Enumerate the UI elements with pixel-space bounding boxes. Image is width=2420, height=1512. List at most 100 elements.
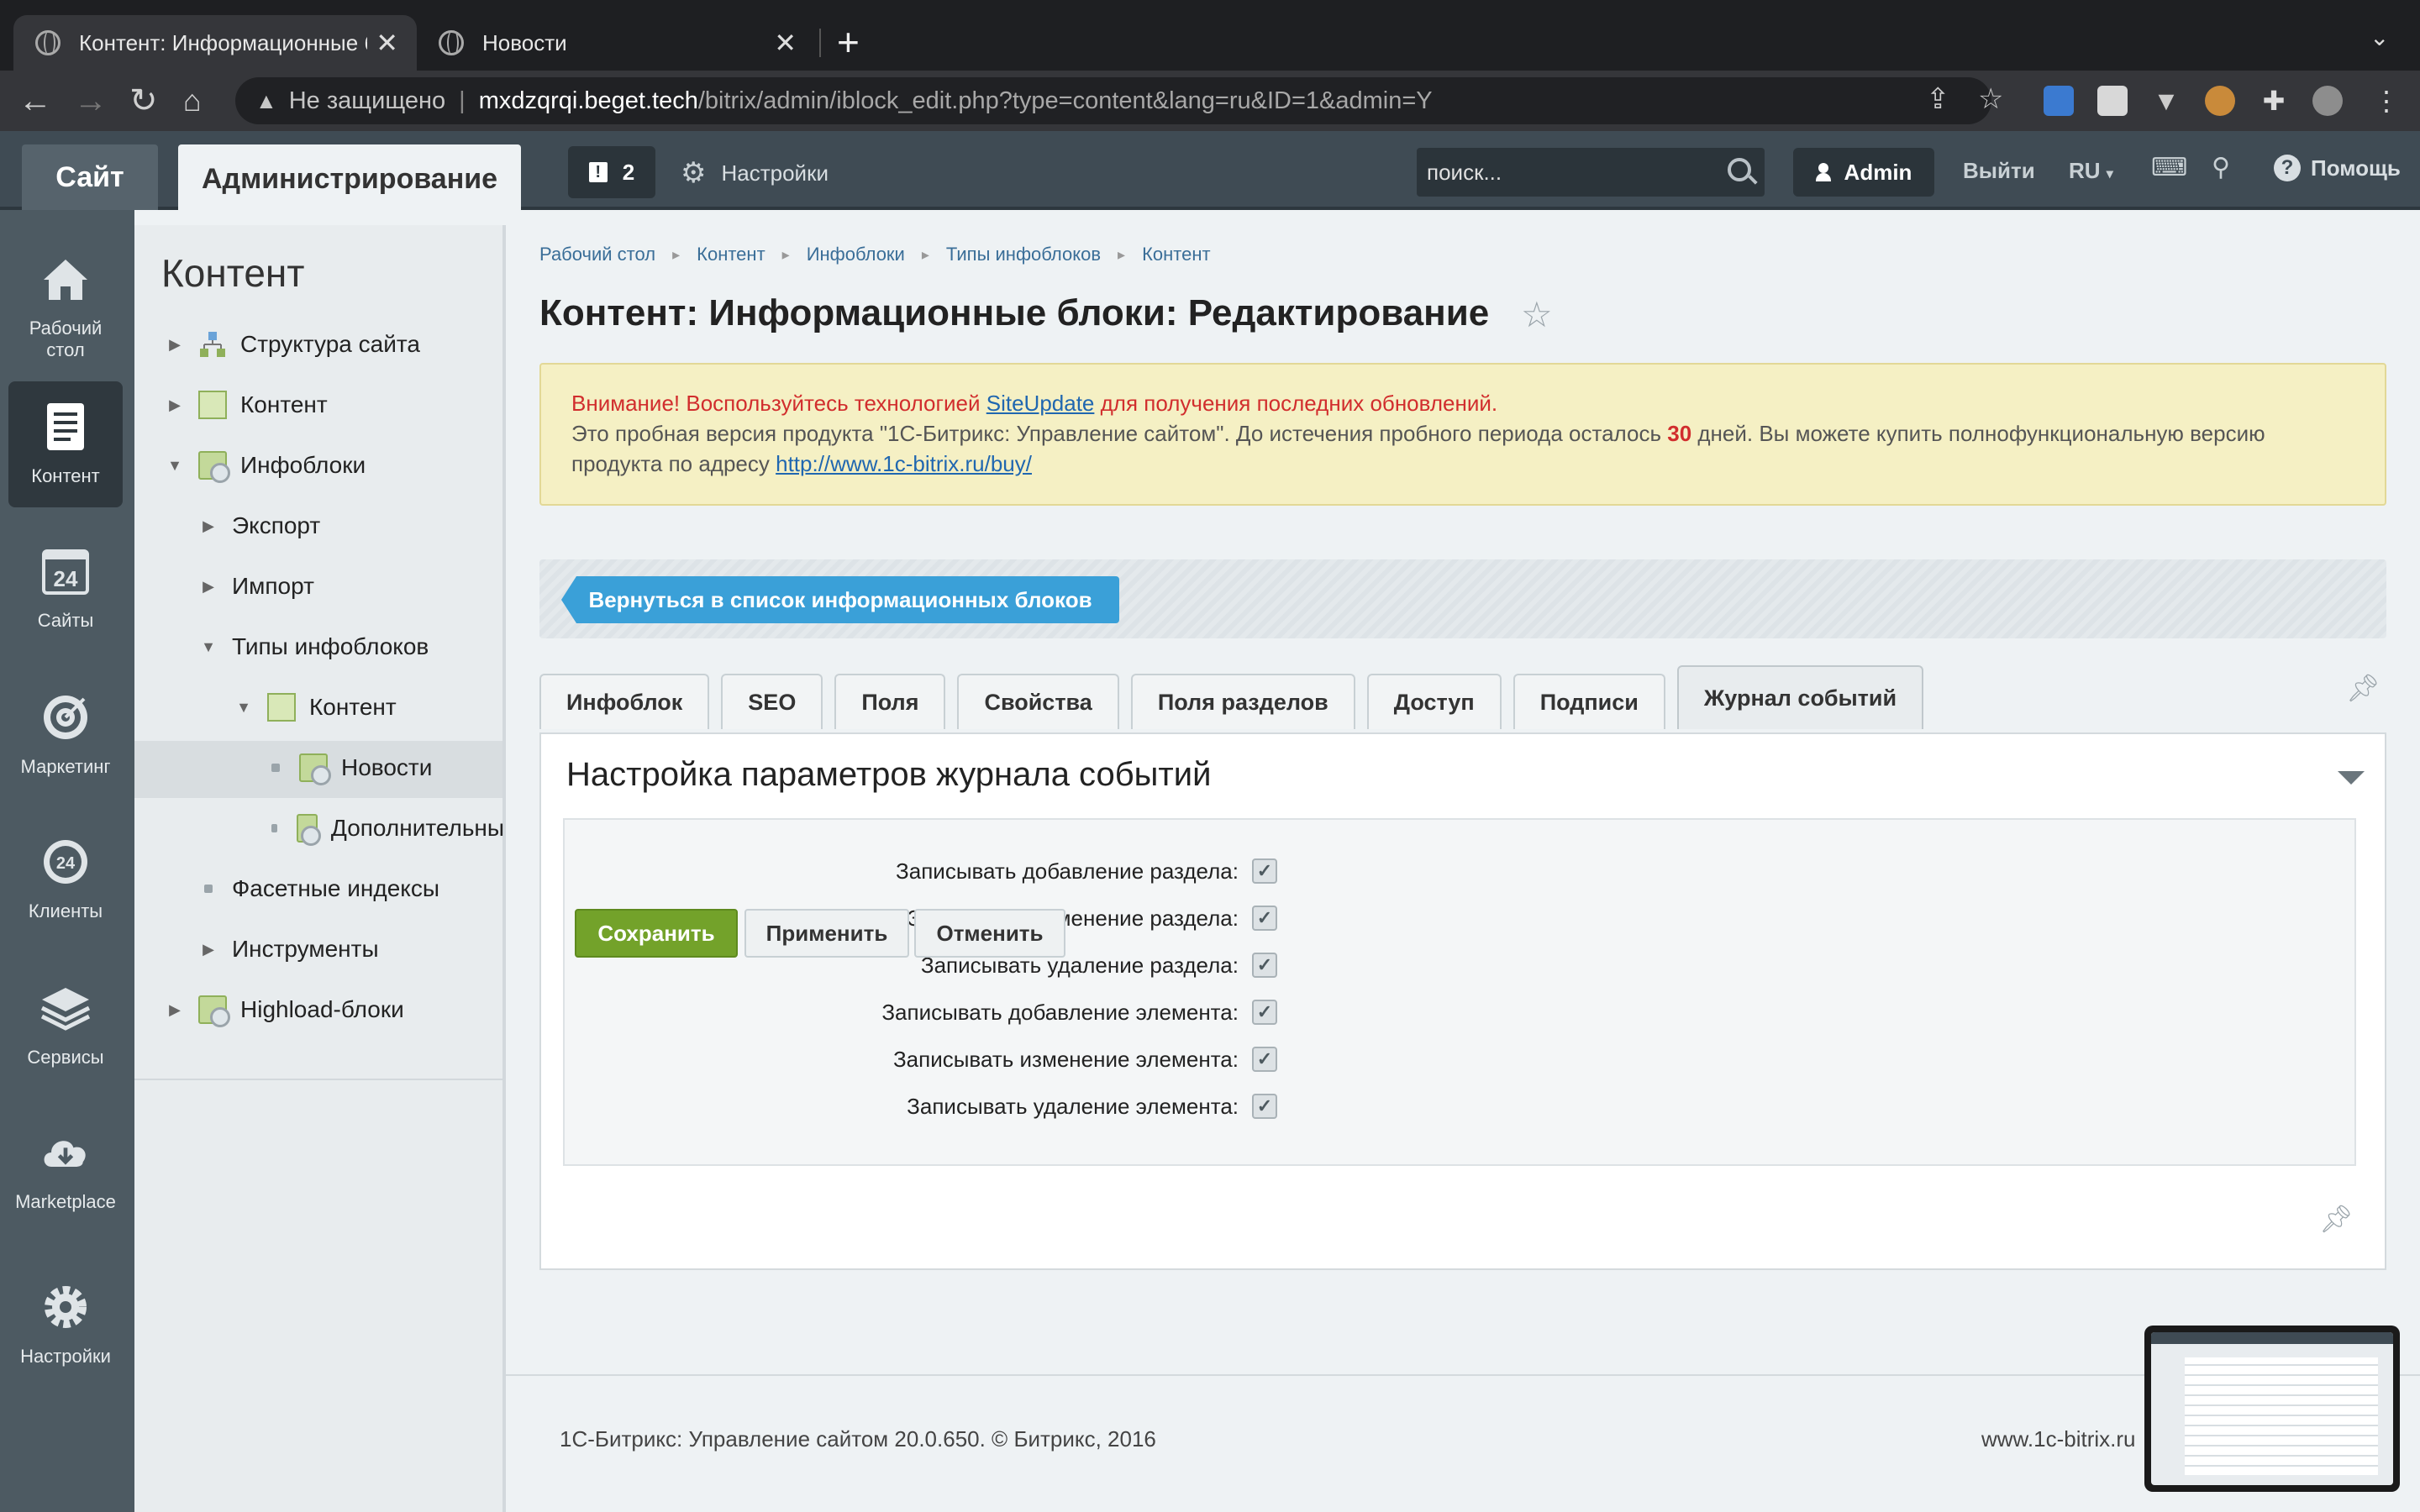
log-section-add-checkbox[interactable]: ✓ xyxy=(1252,858,1277,884)
log-element-edit-checkbox[interactable]: ✓ xyxy=(1252,1047,1277,1072)
tab-fields[interactable]: Поля xyxy=(834,674,946,729)
browser-tab-active[interactable]: Контент: Информационные б ✕ xyxy=(13,15,417,71)
favorite-star-icon[interactable]: ☆ xyxy=(1521,294,1553,335)
tree-item-infoblock-types[interactable]: ▼ Типы инфоблоков xyxy=(198,628,429,665)
menu-settings[interactable]: Настройки xyxy=(8,1262,123,1388)
apply-button[interactable]: Применить xyxy=(744,909,909,958)
tab-access[interactable]: Доступ xyxy=(1366,674,1502,729)
screenshot-thumbnail[interactable] xyxy=(2144,1326,2400,1492)
panel-body: Записывать добавление раздела: ✓ Записыв… xyxy=(563,818,2356,1166)
tab-captions[interactable]: Подписи xyxy=(1512,674,1665,729)
expand-arrow-icon[interactable]: ▶ xyxy=(198,941,218,958)
pin-buttons-icon[interactable]: 📌︎ xyxy=(2319,1203,2354,1235)
new-tab-button[interactable]: + xyxy=(837,18,860,66)
profile-avatar[interactable] xyxy=(2312,86,2343,116)
menu-services[interactable]: Сервисы xyxy=(8,963,123,1089)
logout-link[interactable]: Выйти xyxy=(1963,158,2035,184)
bookmark-star-icon[interactable]: ☆ xyxy=(1978,82,2003,116)
browser-tab-bar: Контент: Информационные б ✕ Новости ✕ + … xyxy=(0,0,2420,71)
admin-mode-tab[interactable]: Администрирование xyxy=(178,144,521,213)
footer-site-link[interactable]: www.1c-bitrix.ru xyxy=(1981,1426,2135,1452)
pin-icon[interactable]: ⚲ xyxy=(2212,153,2230,182)
tree-item-highload[interactable]: ▶ Highload-блоки xyxy=(165,991,404,1028)
search-input[interactable]: поиск... xyxy=(1417,148,1765,197)
tab-event-log[interactable]: Журнал событий xyxy=(1676,665,1924,729)
tree-item-content-type[interactable]: ▼ Контент xyxy=(234,689,397,726)
reload-icon[interactable]: ↻ xyxy=(129,81,158,121)
log-section-delete-checkbox[interactable]: ✓ xyxy=(1252,953,1277,978)
tree-item-export[interactable]: ▶ Экспорт xyxy=(198,507,320,544)
cancel-button[interactable]: Отменить xyxy=(914,909,1065,958)
tab-search-chevron-icon[interactable]: ⌄ xyxy=(2370,24,2389,51)
cookie-extension-icon[interactable] xyxy=(2205,86,2235,116)
collapse-arrow-icon[interactable]: ▼ xyxy=(198,638,218,656)
expand-arrow-icon[interactable]: ▶ xyxy=(198,578,218,596)
tree-item-tools[interactable]: ▶ Инструменты xyxy=(198,931,379,968)
home-browser-icon[interactable]: ⌂ xyxy=(183,81,202,121)
tab-section-fields[interactable]: Поля разделов xyxy=(1130,674,1355,729)
tab-seo[interactable]: SEO xyxy=(721,674,823,729)
url-field[interactable]: ▲ Не защищено | mxdzqrqi.beget.tech /bit… xyxy=(235,77,1991,124)
expand-arrow-icon[interactable]: ▶ xyxy=(165,1001,185,1019)
menu-marketplace[interactable]: Marketplace xyxy=(8,1107,123,1233)
tree-item-content[interactable]: ▶ Контент xyxy=(165,386,328,423)
tab-properties[interactable]: Свойства xyxy=(957,674,1119,729)
tree-item-import[interactable]: ▶ Импорт xyxy=(198,568,314,605)
save-button[interactable]: Сохранить xyxy=(575,909,738,958)
puzzle-icon[interactable]: ✚ xyxy=(2259,86,2289,116)
close-tab-icon[interactable]: ✕ xyxy=(774,27,797,59)
breadcrumb-link[interactable]: Инфоблоки xyxy=(807,244,905,265)
tree-item-infoblocks[interactable]: ▼ Инфоблоки xyxy=(165,447,366,484)
menu-label: Сайты xyxy=(37,610,94,631)
infoblock-icon xyxy=(296,814,321,846)
language-selector[interactable]: RU ▾ xyxy=(2069,158,2113,184)
field-label: Записывать добавление раздела: xyxy=(896,858,1239,884)
field-row: Записывать изменение элемента: ✓ xyxy=(893,1042,1277,1077)
calendar-24-icon: 24 xyxy=(39,544,92,598)
collapse-arrow-icon[interactable]: ▼ xyxy=(234,699,254,717)
help-link[interactable]: ? Помощь xyxy=(2274,155,2401,181)
kebab-menu-icon[interactable]: ⋮ xyxy=(2371,86,2402,116)
trial-alert: Внимание! Воспользуйтесь технологией Sit… xyxy=(539,363,2386,506)
menu-clients[interactable]: 24 Клиенты xyxy=(8,816,123,942)
buy-link[interactable]: http://www.1c-bitrix.ru/buy/ xyxy=(776,451,1032,476)
tree-item-additional[interactable]: Дополнительны xyxy=(266,810,504,847)
breadcrumb-link[interactable]: Контент xyxy=(697,244,765,265)
siteupdate-link[interactable]: SiteUpdate xyxy=(986,391,1095,416)
user-button[interactable]: Admin xyxy=(1793,148,1934,197)
breadcrumb-link[interactable]: Типы инфоблоков xyxy=(946,244,1101,265)
expand-arrow-icon[interactable]: ▶ xyxy=(165,336,185,354)
expand-arrow-icon[interactable]: ▶ xyxy=(165,396,185,414)
keyboard-icon[interactable]: ⌨ xyxy=(2151,153,2187,182)
pin-tabs-icon[interactable]: 📌︎ xyxy=(2346,672,2381,704)
back-arrow-icon[interactable]: ← xyxy=(18,81,52,121)
vue-extension-icon[interactable]: ▼ xyxy=(2151,86,2181,116)
share-icon[interactable]: ⇪ xyxy=(1926,82,1950,116)
tree-item-site-structure[interactable]: ▶ Структура сайта xyxy=(165,326,420,363)
notifications-button[interactable]: ! 2 xyxy=(568,146,655,198)
search-icon[interactable] xyxy=(1728,158,1751,181)
forward-arrow-icon[interactable]: → xyxy=(74,81,108,121)
browser-tab-inactive[interactable]: Новости ✕ xyxy=(424,15,815,71)
collapse-caret-icon[interactable] xyxy=(2338,771,2365,785)
extension-icon[interactable] xyxy=(2097,86,2128,116)
close-tab-icon[interactable]: ✕ xyxy=(376,27,398,59)
site-mode-tab[interactable]: Сайт xyxy=(22,144,158,210)
log-element-add-checkbox[interactable]: ✓ xyxy=(1252,1000,1277,1025)
collapse-arrow-icon[interactable]: ▼ xyxy=(165,457,185,475)
settings-link[interactable]: ⚙ Настройки xyxy=(681,156,829,190)
breadcrumb-link[interactable]: Контент xyxy=(1142,244,1211,265)
extension-icon[interactable] xyxy=(2044,86,2074,116)
menu-marketing[interactable]: Маркетинг xyxy=(8,672,123,798)
expand-arrow-icon[interactable]: ▶ xyxy=(198,517,218,535)
tab-infoblock[interactable]: Инфоблок xyxy=(539,674,710,729)
log-section-edit-checkbox[interactable]: ✓ xyxy=(1252,906,1277,931)
menu-content[interactable]: Контент xyxy=(8,381,123,507)
breadcrumb-link[interactable]: Рабочий стол xyxy=(539,244,655,265)
menu-desktop[interactable]: Рабочий стол xyxy=(8,235,123,361)
back-to-list-button[interactable]: Вернуться в список информационных блоков xyxy=(561,576,1119,623)
tree-item-news[interactable]: Новости xyxy=(266,749,432,786)
menu-sites[interactable]: 24 Сайты xyxy=(8,526,123,652)
tree-item-facet-indexes[interactable]: Фасетные индексы xyxy=(198,870,439,907)
log-element-delete-checkbox[interactable]: ✓ xyxy=(1252,1094,1277,1119)
